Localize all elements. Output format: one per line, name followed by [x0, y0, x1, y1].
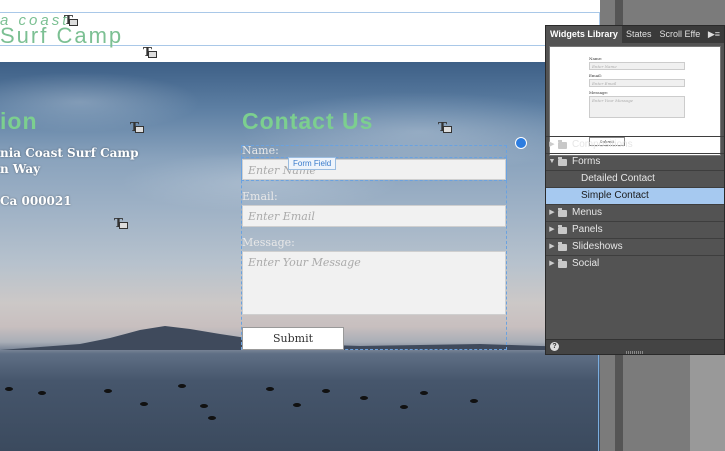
help-icon[interactable]: ?	[550, 342, 559, 351]
folder-icon	[558, 241, 567, 251]
list-item-label: Menus	[572, 207, 603, 218]
surfer-figure	[104, 389, 112, 393]
location-title[interactable]: ion	[0, 108, 38, 135]
panel-menu-icon[interactable]: ▶≡	[708, 29, 724, 40]
text-frame-icon[interactable]: T	[64, 13, 78, 27]
list-item-label: Forms	[572, 156, 601, 167]
text-frame-icon[interactable]: T	[130, 120, 144, 134]
text-frame-icon[interactable]: T	[438, 120, 452, 134]
surfer-figure	[360, 396, 368, 400]
widgets-library-panel[interactable]: Widgets Library States Scroll Effe ▶≡ Na…	[545, 25, 725, 355]
preview-message-label: Message:	[589, 90, 609, 95]
address-line-3[interactable]: Ca 000021	[0, 194, 72, 208]
surfer-figure	[38, 391, 46, 395]
resize-grip-icon[interactable]	[626, 351, 644, 354]
email-field[interactable]: Enter Email	[242, 205, 506, 227]
preview-message-field: Enter Your Message	[589, 96, 685, 118]
list-item-compositions[interactable]: ▶ Compositions	[546, 136, 724, 153]
list-item-forms[interactable]: ▼ Forms	[546, 153, 724, 170]
message-label: Message:	[242, 236, 295, 249]
text-frame-icon[interactable]: T	[114, 216, 128, 230]
list-item-social[interactable]: ▶ Social	[546, 255, 724, 272]
tab-states[interactable]: States	[622, 26, 656, 43]
surfer-figure	[200, 404, 208, 408]
list-item-slideshows[interactable]: ▶ Slideshows	[546, 238, 724, 255]
widget-category-list: ▶ Compositions ▼ Forms Detailed Contact …	[546, 136, 724, 272]
expand-arrow-icon[interactable]: ▶	[546, 205, 558, 221]
list-item-detailed-contact[interactable]: Detailed Contact	[546, 170, 724, 187]
surfer-figure	[208, 416, 216, 420]
preview-name-label: Name:	[589, 56, 603, 61]
surfer-figure	[420, 391, 428, 395]
surfer-figure	[400, 405, 408, 409]
folder-icon	[558, 258, 567, 268]
address-line-2[interactable]: n Way	[0, 162, 40, 176]
list-item-simple-contact[interactable]: Simple Contact	[546, 187, 724, 204]
list-item-label: Panels	[572, 224, 603, 235]
preview-name-field: Enter Name	[589, 62, 685, 70]
panel-footer: ?	[546, 339, 724, 354]
folder-icon	[558, 156, 567, 166]
folder-icon	[558, 207, 567, 217]
tab-scroll-effects[interactable]: Scroll Effe	[655, 26, 704, 43]
address-line-1[interactable]: nia Coast Surf Camp	[0, 146, 139, 160]
submit-button[interactable]: Submit	[242, 327, 344, 350]
list-item-label: Compositions	[572, 139, 633, 150]
preview-email-field: Enter Email	[589, 79, 685, 87]
list-item-panels[interactable]: ▶ Panels	[546, 221, 724, 238]
email-label: Email:	[242, 190, 278, 203]
surfer-figure	[178, 384, 186, 388]
list-item-menus[interactable]: ▶ Menus	[546, 204, 724, 221]
surfer-figure	[293, 403, 301, 407]
surfer-figure	[470, 399, 478, 403]
tab-widgets-library[interactable]: Widgets Library	[546, 26, 622, 43]
pasteboard-block	[690, 355, 725, 451]
expand-arrow-icon[interactable]: ▶	[546, 222, 558, 238]
list-item-label: Simple Contact	[581, 190, 649, 201]
list-item-label: Social	[572, 258, 600, 269]
preview-email-label: Email:	[589, 73, 603, 78]
expand-arrow-icon[interactable]: ▶	[546, 137, 558, 153]
widget-options-handle[interactable]	[515, 137, 527, 149]
folder-icon	[558, 224, 567, 234]
folder-icon	[558, 139, 567, 149]
surfer-figure	[5, 387, 13, 391]
design-canvas[interactable]: a coast Surf Camp T T ion nia Coast Surf…	[0, 0, 615, 451]
surfer-figure	[266, 387, 274, 391]
contact-title[interactable]: Contact Us	[242, 108, 373, 135]
name-field-guide	[241, 157, 507, 181]
surfer-figure	[322, 389, 330, 393]
text-frame-icon[interactable]: T	[143, 45, 157, 59]
list-item-label: Detailed Contact	[581, 173, 655, 184]
panel-tab-bar: Widgets Library States Scroll Effe ▶≡	[546, 26, 724, 43]
expand-arrow-icon[interactable]: ▶	[546, 256, 558, 272]
logo-title[interactable]: Surf Camp	[0, 23, 123, 49]
surfer-figure	[140, 402, 148, 406]
message-field[interactable]: Enter Your Message	[242, 251, 506, 315]
expand-arrow-icon[interactable]: ▶	[546, 239, 558, 255]
name-label: Name:	[242, 144, 279, 157]
form-field-tag: Form Field	[288, 157, 337, 170]
collapse-arrow-icon[interactable]: ▼	[546, 154, 558, 170]
list-item-label: Slideshows	[572, 241, 623, 252]
